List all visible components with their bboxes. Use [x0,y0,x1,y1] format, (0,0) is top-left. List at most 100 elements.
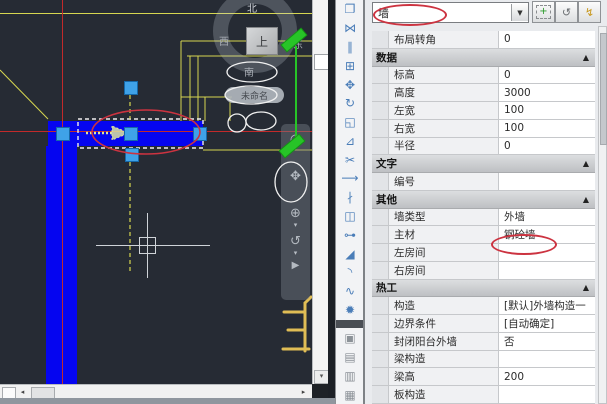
trim-icon[interactable]: ✂ [338,150,362,169]
row-right-width: 右宽 100 [372,120,595,138]
send-to-back-icon[interactable]: ▤ [338,348,362,367]
steering-wheel-icon[interactable]: ◎ [290,133,301,146]
property-value[interactable]: 100 [499,120,595,137]
property-value[interactable]: 200 [499,368,595,385]
panel-scrollbar[interactable] [598,26,607,404]
bring-above-icon[interactable]: ▥ [338,367,362,386]
property-value[interactable]: 0 [499,138,595,155]
array-icon[interactable]: ⊞ [338,56,362,75]
canvas-horizontal-scrollbar[interactable]: ◂ ▸ [0,384,312,399]
toggle-pickadd-button[interactable]: ↯ [578,1,601,23]
fillet-icon[interactable]: ◝ [338,263,362,282]
modify-toolbar: ❐ ⋈ ∥ ⊞ ✥ ↻ ◱ ⊿ ✂ ⟶ ∤ ◫ ⊶ ◢ ◝ ∿ ✹ ▣ ▤ ▥ … [335,0,364,404]
ucs-menu-chip[interactable]: 未命名 [225,87,284,103]
panel-scrollbar-thumb[interactable] [600,33,607,145]
property-value[interactable] [499,351,595,368]
property-value[interactable]: 3000 [499,84,595,101]
row-gutter [372,138,389,155]
property-value[interactable]: 否 [499,333,595,350]
navigation-bar[interactable]: ◎ ✥ ⊕ ▾ ↺ ▾ ▶ [281,124,310,300]
zoom-icon[interactable]: ⊕ [290,207,301,220]
property-value[interactable]: 钢砼墙 [499,226,595,243]
rotate-icon[interactable]: ↻ [338,94,362,113]
row-left-width: 左宽 100 [372,102,595,120]
viewcube-top-face[interactable]: 上 [246,27,278,55]
property-label: 墙类型 [389,209,499,226]
viewcube-north-label[interactable]: 北 [247,0,257,15]
section-header-data[interactable]: 数据 ▲ [372,49,595,67]
property-label: 布局转角 [389,31,499,48]
property-value[interactable]: [自动确定] [499,315,595,332]
copy-icon[interactable]: ❐ [338,0,362,19]
break-at-point-icon[interactable]: ∤ [338,188,362,207]
property-label: 构造 [389,297,499,314]
stretch-icon[interactable]: ⊿ [338,131,362,150]
vertical-scrollbar-thumb[interactable] [314,54,329,70]
join-icon[interactable]: ⊶ [338,225,362,244]
explode-icon[interactable]: ✹ [338,301,362,320]
row-gutter [372,297,389,314]
property-value[interactable] [499,262,595,279]
section-header-other[interactable]: 其他 ▲ [372,191,595,209]
row-gutter [372,173,389,190]
section-header-thermal[interactable]: 热工 ▲ [372,280,595,298]
property-value[interactable] [499,244,595,261]
row-gutter [372,226,389,243]
row-gutter [372,262,389,279]
toolbar-separator [336,320,364,328]
section-header-text[interactable]: 文字 ▲ [372,155,595,173]
select-objects-icon: ↺ [562,6,571,19]
mirror-icon[interactable]: ⋈ [338,19,362,38]
zoom-dropdown-icon[interactable]: ▾ [294,222,298,229]
orbit-dropdown-icon[interactable]: ▾ [294,250,298,257]
viewcube-south-label[interactable]: 南 [244,64,254,79]
extend-icon[interactable]: ⟶ [338,169,362,188]
property-label: 编号 [389,173,499,190]
property-value[interactable]: [默认]外墙构造一 [499,297,595,314]
property-value[interactable]: 0 [499,67,595,84]
break-icon[interactable]: ◫ [338,207,362,226]
property-value[interactable]: 0 [499,31,595,48]
property-value[interactable]: 外墙 [499,209,595,226]
showmotion-icon[interactable]: ▶ [292,261,300,271]
viewcube-west-label[interactable]: 西 [219,33,229,48]
offset-icon[interactable]: ∥ [338,38,362,57]
scale-icon[interactable]: ◱ [338,113,362,132]
bring-to-front-icon[interactable]: ▣ [338,329,362,348]
chamfer-icon[interactable]: ◢ [338,244,362,263]
row-gutter [372,209,389,226]
scroll-right-button[interactable]: ▸ [298,387,309,397]
object-type-dropdown[interactable]: 墙 ▼ [372,2,529,23]
row-right-room: 右房间 [372,262,595,280]
collapse-icon[interactable]: ▲ [583,159,589,168]
row-gutter [372,67,389,84]
section-title: 热工 [376,280,397,295]
app-window: 北 西 东 南 上 未命名 ◎ ✥ ⊕ ▾ ↺ ▾ ▶ [0,0,607,404]
edit-spline-icon[interactable]: ∿ [338,282,362,301]
select-objects-button[interactable]: ↺ [555,1,578,23]
property-value[interactable] [499,173,595,190]
section-title: 文字 [376,156,397,171]
quick-select-button[interactable]: + [532,1,555,23]
send-under-icon[interactable]: ▦ [338,385,362,404]
dropdown-arrow-icon[interactable]: ▼ [511,4,528,21]
orbit-icon[interactable]: ↺ [290,235,301,248]
property-value[interactable] [499,386,595,403]
row-gutter [372,31,389,48]
canvas-vertical-scrollbar[interactable]: ▾ [312,0,329,384]
canvas-edge [328,0,335,398]
property-label: 板构造 [389,386,499,403]
collapse-icon[interactable]: ▲ [583,195,589,204]
property-label: 右房间 [389,262,499,279]
scroll-left-button[interactable]: ◂ [17,387,28,397]
property-value[interactable]: 100 [499,102,595,119]
collapse-icon[interactable]: ▲ [583,283,589,292]
viewcube-east-label[interactable]: 东 [293,36,303,51]
row-gutter [372,315,389,332]
move-icon[interactable]: ✥ [338,75,362,94]
pan-hand-icon[interactable]: ✥ [290,170,301,183]
model-space[interactable]: 北 西 东 南 上 未命名 ◎ ✥ ⊕ ▾ ↺ ▾ ▶ [0,0,312,384]
scroll-down-button[interactable]: ▾ [314,370,329,384]
drawing-canvas[interactable]: 北 西 东 南 上 未命名 ◎ ✥ ⊕ ▾ ↺ ▾ ▶ [0,0,335,404]
collapse-icon[interactable]: ▲ [583,53,589,62]
